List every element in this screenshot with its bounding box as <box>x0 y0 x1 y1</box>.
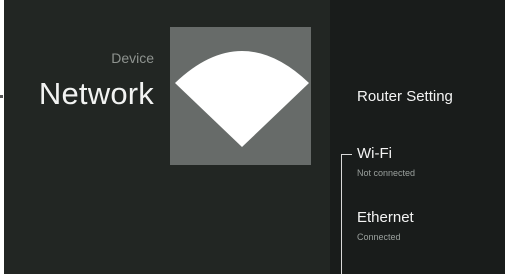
menu-item-router-setting[interactable]: Router Setting <box>357 88 453 105</box>
breadcrumb: Device <box>111 50 154 66</box>
menu-item-ethernet[interactable]: Ethernet Connected <box>357 209 414 242</box>
menu-item-status: Connected <box>357 232 401 242</box>
menu-item-label: Wi-Fi <box>357 145 392 162</box>
menu-item-label: Router Setting <box>357 88 453 105</box>
focus-indicator-horizontal <box>341 154 352 155</box>
network-settings-screen: Device Network Router Setting Wi-Fi Not … <box>0 0 505 274</box>
edge-marker <box>0 95 3 98</box>
page-title: Network <box>38 76 154 111</box>
menu-item-status: Not connected <box>357 168 416 178</box>
hero-tile <box>170 27 311 165</box>
menu-item-wifi[interactable]: Wi-Fi Not connected <box>357 145 415 178</box>
menu-item-label: Ethernet <box>357 209 414 226</box>
focus-indicator-vertical <box>341 154 342 274</box>
wifi-icon <box>175 51 309 147</box>
